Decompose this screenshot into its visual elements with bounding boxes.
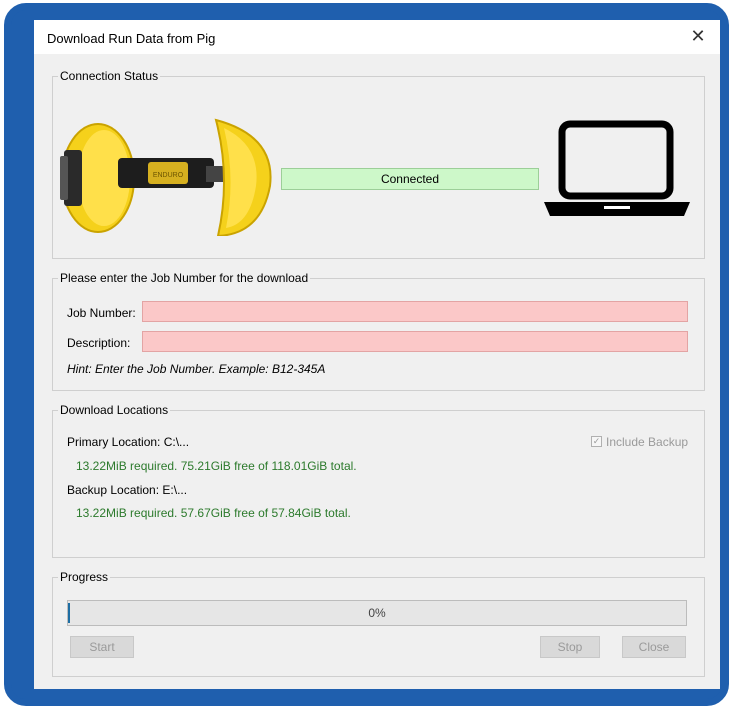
svg-text:ENDURO: ENDURO	[153, 172, 184, 179]
title-bar: Download Run Data from Pig ✕	[34, 20, 720, 54]
connection-status-indicator: Connected	[281, 168, 539, 190]
progress-legend: Progress	[58, 570, 111, 584]
window-title: Download Run Data from Pig	[47, 31, 216, 46]
job-number-label: Job Number:	[67, 306, 136, 320]
include-backup-checkbox[interactable]: ✓	[591, 436, 602, 447]
pipeline-pig-image: ENDURO	[60, 118, 272, 236]
start-button[interactable]: Start	[70, 636, 134, 658]
backup-location-info: 13.22MiB required. 57.67GiB free of 57.8…	[76, 506, 351, 520]
stop-button[interactable]: Stop	[540, 636, 600, 658]
connection-status-legend: Connection Status	[58, 69, 161, 83]
job-number-input[interactable]	[142, 301, 688, 322]
download-locations-legend: Download Locations	[58, 403, 171, 417]
job-number-legend: Please enter the Job Number for the down…	[58, 271, 311, 285]
backup-location-label: Backup Location: E:\...	[67, 483, 188, 497]
progress-percent: 0%	[368, 606, 386, 620]
progress-group: Progress	[52, 570, 705, 677]
download-dialog: Download Run Data from Pig ✕ Connection …	[34, 20, 720, 689]
primary-location-info: 13.22MiB required. 75.21GiB free of 118.…	[76, 459, 357, 473]
primary-location-label: Primary Location: C:\...	[67, 435, 190, 449]
description-input[interactable]	[142, 331, 688, 352]
laptop-icon	[544, 120, 690, 216]
close-button[interactable]: Close	[622, 636, 686, 658]
close-icon[interactable]: ✕	[688, 26, 708, 46]
job-number-hint: Hint: Enter the Job Number. Example: B12…	[67, 362, 326, 376]
include-backup-label: Include Backup	[606, 435, 689, 449]
download-progress-bar: 0%	[67, 600, 687, 626]
description-label: Description:	[67, 336, 131, 350]
